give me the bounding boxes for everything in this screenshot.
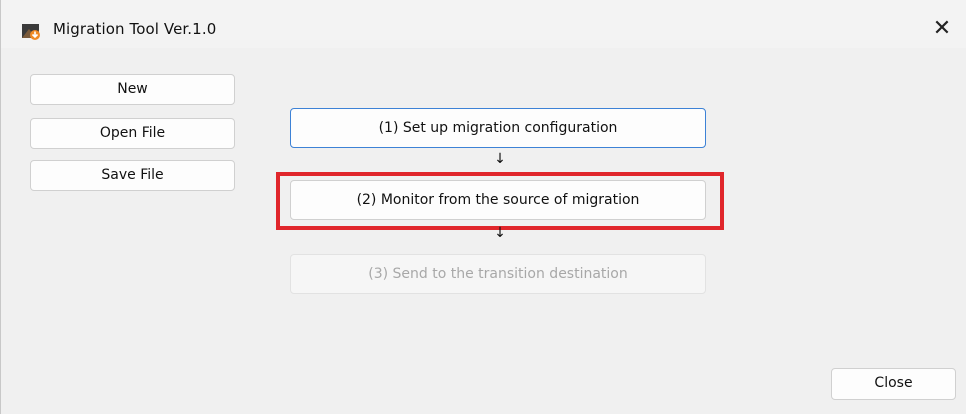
step1-setup-configuration-button[interactable]: (1) Set up migration configuration [290, 108, 706, 148]
title-bar: Migration Tool Ver.1.0 ✕ [1, 0, 966, 48]
step-arrow-1: ↓ [494, 151, 506, 167]
step3-send-destination-button: (3) Send to the transition destination [290, 254, 706, 294]
open-file-button[interactable]: Open File [30, 118, 235, 149]
step2-monitor-source-button[interactable]: (2) Monitor from the source of migration [290, 180, 706, 220]
window-close-icon[interactable]: ✕ [927, 14, 957, 44]
migration-tool-window: Migration Tool Ver.1.0 ✕ New Open File S… [0, 0, 966, 414]
app-icon [21, 21, 41, 41]
save-file-button[interactable]: Save File [30, 160, 235, 191]
new-button[interactable]: New [30, 74, 235, 105]
step-arrow-2: ↓ [494, 225, 506, 241]
close-button[interactable]: Close [831, 368, 956, 400]
window-title: Migration Tool Ver.1.0 [53, 20, 217, 38]
